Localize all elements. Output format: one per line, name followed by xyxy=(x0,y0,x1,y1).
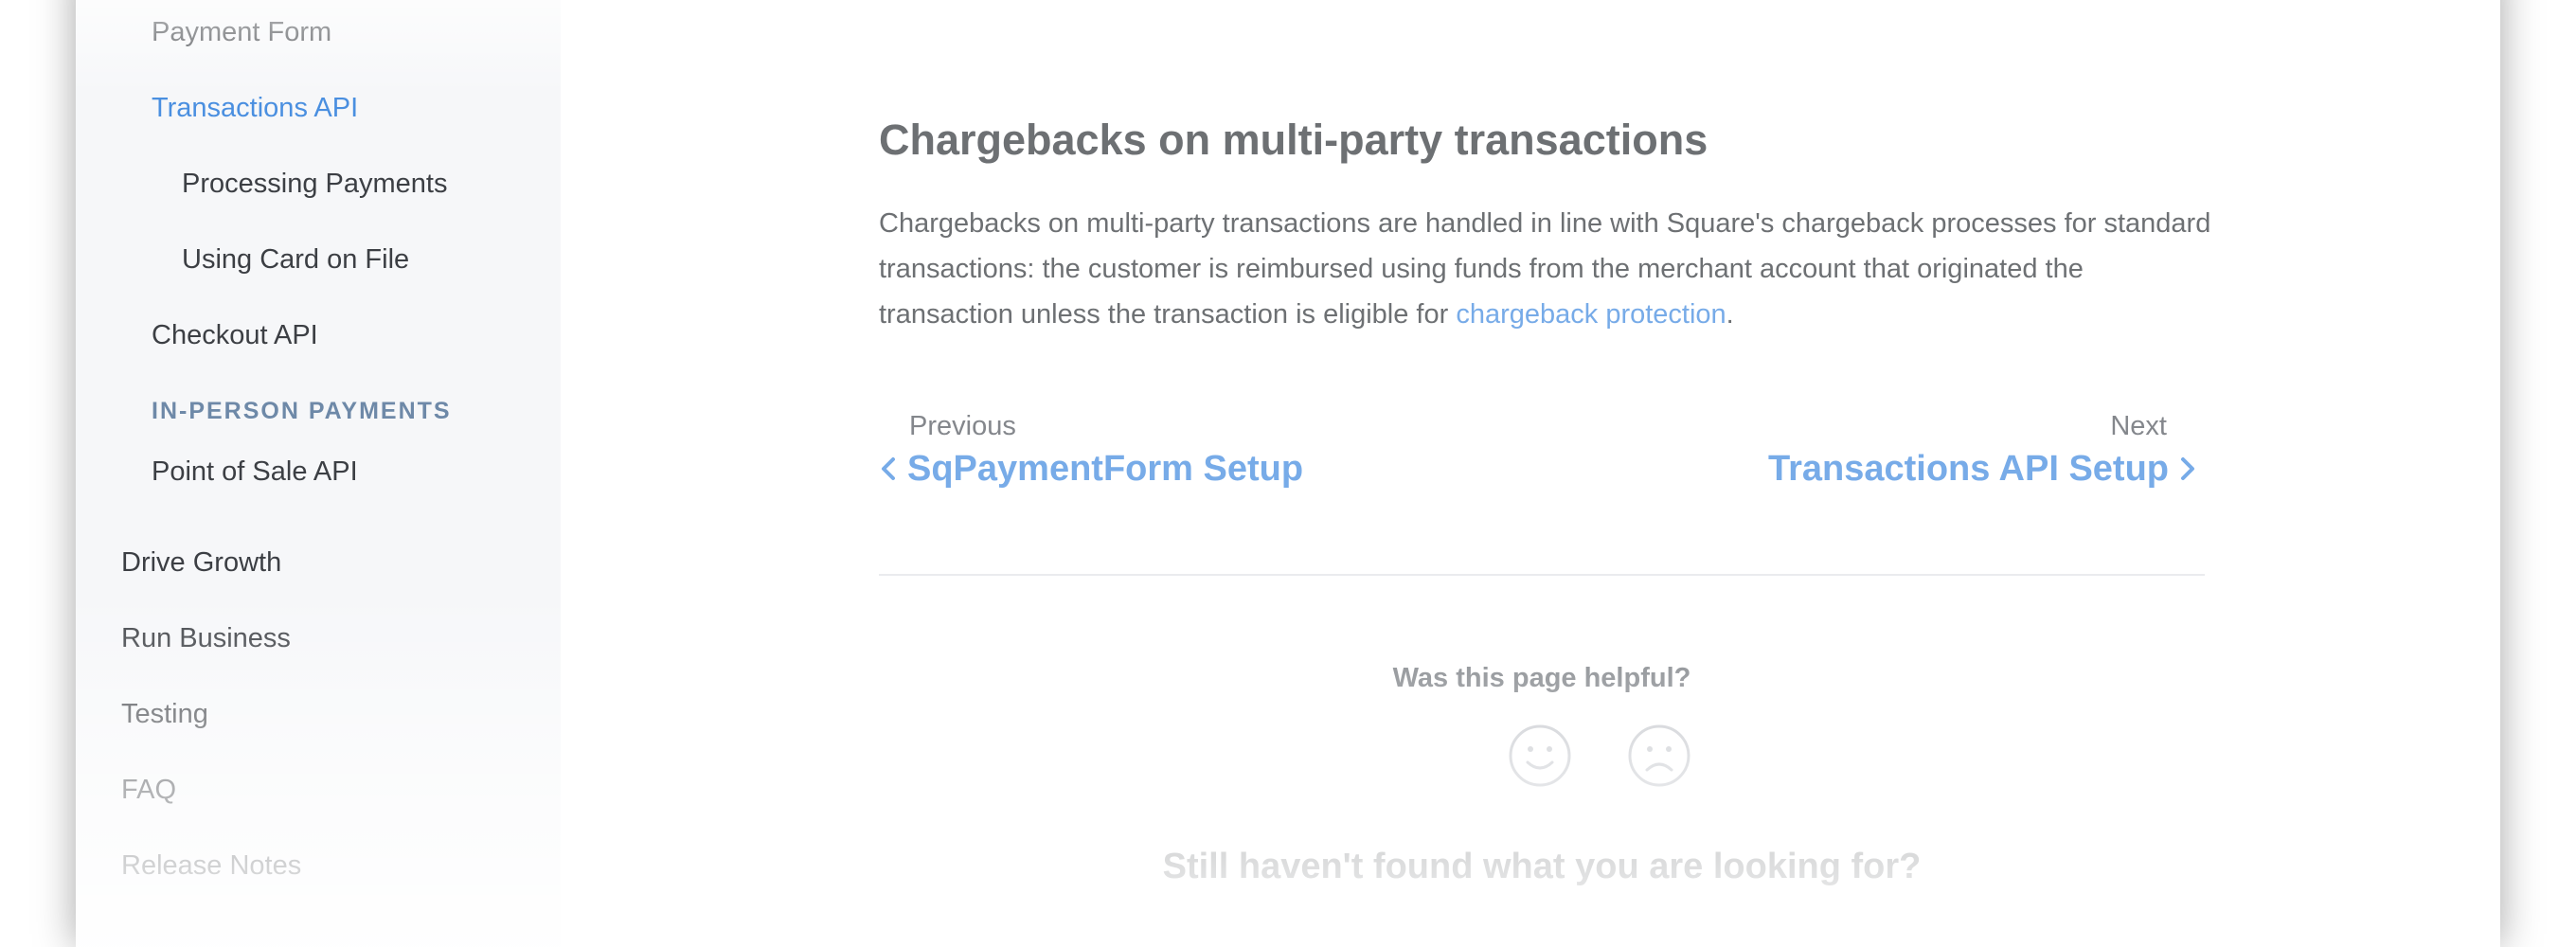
pager-next-link[interactable]: Transactions API Setup xyxy=(1768,445,2197,492)
chargeback-protection-link[interactable]: chargeback protection xyxy=(1456,299,1726,330)
sidebar-item-point-of-sale-api[interactable]: Point of Sale API xyxy=(152,453,358,491)
section-paragraph: Chargebacks on multi-party transactions … xyxy=(879,201,2214,337)
sidebar-item-payment-form[interactable]: Payment Form xyxy=(152,13,331,51)
smiley-face-icon[interactable] xyxy=(1508,724,1572,788)
sidebar-item-faq[interactable]: FAQ xyxy=(121,771,176,809)
main-content: Chargebacks on multi-party transactions … xyxy=(561,0,2500,947)
pager-previous-link[interactable]: SqPaymentForm Setup xyxy=(879,445,1303,492)
pager-next-label: Transactions API Setup xyxy=(1767,449,2169,489)
sidebar-item-processing-payments[interactable]: Processing Payments xyxy=(182,165,447,203)
pager-previous[interactable]: Previous SqPaymentForm Setup xyxy=(879,407,1303,502)
frowning-face-icon[interactable] xyxy=(1627,724,1691,788)
pager-next[interactable]: Next Transactions API Setup xyxy=(1768,407,2197,502)
sidebar-item-drive-growth[interactable]: Drive Growth xyxy=(121,544,281,581)
paragraph-period: . xyxy=(1726,299,1734,330)
sidebar-item-using-card-on-file[interactable]: Using Card on File xyxy=(182,241,409,278)
section-title: Chargebacks on multi-party transactions xyxy=(879,116,1708,164)
page-frame: Payment Form Transactions API Processing… xyxy=(76,0,2500,947)
sidebar-item-release-notes[interactable]: Release Notes xyxy=(121,847,301,884)
sidebar-item-run-business[interactable]: Run Business xyxy=(121,619,291,657)
feedback-question: Was this page helpful? xyxy=(1392,663,1691,693)
section-divider xyxy=(879,574,2205,576)
chevron-left-icon xyxy=(882,457,895,480)
pager-previous-label: SqPaymentForm Setup xyxy=(907,449,1304,489)
sidebar-item-testing[interactable]: Testing xyxy=(121,695,208,733)
sidebar-item-transactions-api[interactable]: Transactions API xyxy=(152,89,358,127)
sidebar-item-checkout-api[interactable]: Checkout API xyxy=(152,316,318,354)
pager-next-caption: Next xyxy=(2110,411,2167,441)
still-looking-heading: Still haven't found what you are looking… xyxy=(1162,847,1922,886)
chevron-right-icon xyxy=(2181,457,2194,480)
pager-previous-caption: Previous xyxy=(909,411,1016,441)
sidebar-heading-in-person-payments: IN-PERSON PAYMENTS xyxy=(152,398,452,424)
sidebar: Payment Form Transactions API Processing… xyxy=(76,0,561,947)
